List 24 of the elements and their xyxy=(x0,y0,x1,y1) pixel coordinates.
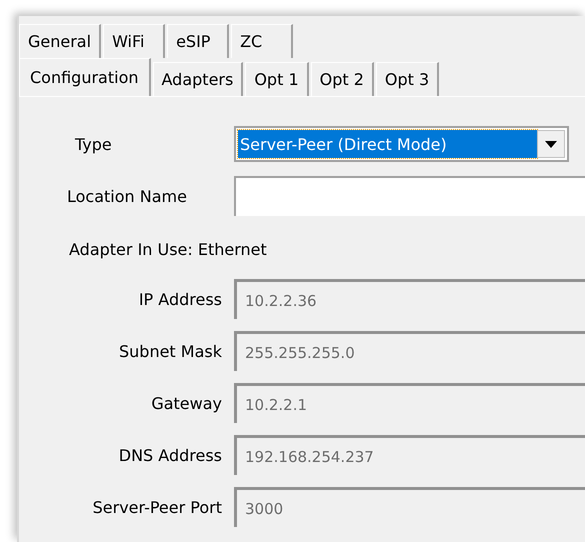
tab[interactable]: WiFi xyxy=(103,24,166,58)
field-label: Server-Peer Port xyxy=(92,498,223,516)
type-dropdown[interactable]: Server-Peer (Direct Mode) xyxy=(234,126,569,162)
field-label: Type xyxy=(74,134,113,154)
tab[interactable]: ZC xyxy=(231,24,294,58)
tab[interactable]: Opt 3 xyxy=(376,62,440,96)
field-label: IP Address xyxy=(138,290,223,308)
tab[interactable]: Opt 1 xyxy=(245,62,309,96)
tab[interactable]: Opt 2 xyxy=(310,62,374,96)
field-label: DNS Address xyxy=(118,446,223,464)
tab[interactable]: General xyxy=(19,24,102,58)
field-label: Subnet Mask xyxy=(118,342,223,360)
input-field: 255.255.255.0 xyxy=(234,331,585,371)
input-field: 10.2.2.1 xyxy=(234,383,585,423)
input-field: 10.2.2.36 xyxy=(234,279,585,319)
tab[interactable]: Adapters xyxy=(152,62,244,96)
adapter-status-text: Adapter In Use: Ethernet xyxy=(69,240,267,260)
field-label: Gateway xyxy=(150,394,223,412)
tab[interactable]: eSIP xyxy=(167,24,230,58)
tab[interactable]: Configuration xyxy=(19,58,151,96)
input-field[interactable] xyxy=(234,176,585,216)
field-label: Location Name xyxy=(66,186,188,206)
input-field: 3000 xyxy=(234,487,585,527)
input-field: 192.168.254.237 xyxy=(234,435,585,475)
